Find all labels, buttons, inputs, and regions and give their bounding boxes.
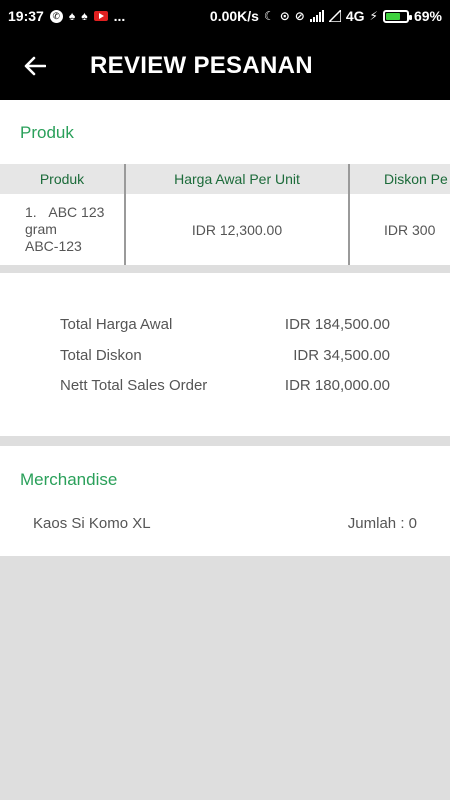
app-screen: 19:37 ✆ ♠ ♠ ... 0.00K/s ☾ ⊙ ⊘ 4G ⚡ 69% R…	[0, 0, 450, 800]
product-table: Produk Harga Awal Per Unit Diskon Pe 1. …	[0, 164, 450, 265]
product-code: ABC-123	[25, 238, 82, 254]
merchandise-qty: Jumlah : 0	[347, 515, 417, 532]
charging-icon: ⚡	[369, 9, 378, 23]
vibrate-off-icon: ⊘	[294, 9, 305, 23]
page-title: REVIEW PESANAN	[90, 52, 313, 79]
section-title-merchandise: Merchandise	[20, 470, 118, 489]
table-header-row: Produk Harga Awal Per Unit Diskon Pe	[0, 164, 450, 194]
column-header-diskon: Diskon Pe	[349, 164, 450, 194]
product-table-scroll[interactable]: Produk Harga Awal Per Unit Diskon Pe 1. …	[0, 164, 450, 265]
product-name: ABC 123	[48, 204, 105, 220]
column-header-harga: Harga Awal Per Unit	[125, 164, 350, 194]
summary-row-total-diskon: Total Diskon IDR 34,500.00	[60, 347, 390, 364]
column-header-produk: Produk	[0, 164, 126, 194]
product-index: 1.	[25, 204, 37, 220]
summary-value: IDR 180,000.00	[284, 377, 390, 394]
summary-row-nett-total: Nett Total Sales Order IDR 180,000.00	[60, 377, 390, 394]
app-bar: REVIEW PESANAN	[0, 32, 450, 100]
summary-value: IDR 184,500.00	[284, 316, 390, 333]
status-time: 19:37	[8, 8, 44, 24]
net-speed: 0.00K/s	[209, 8, 259, 24]
list-item: Kaos Si Komo XL Jumlah : 0	[33, 515, 417, 532]
product-cell: 1. ABC 123 gram ABC-123	[0, 194, 126, 265]
back-button[interactable]	[10, 41, 60, 91]
battery-percent: 69%	[413, 8, 442, 24]
headset-icon: ⊙	[279, 9, 290, 23]
summary-label: Total Diskon	[60, 347, 142, 364]
product-price: IDR 12,300.00	[125, 194, 350, 265]
youtube-icon	[93, 11, 108, 21]
summary-row-total-harga-awal: Total Harga Awal IDR 184,500.00	[60, 316, 390, 333]
merchandise-name: Kaos Si Komo XL	[33, 515, 151, 532]
battery-icon	[382, 9, 412, 23]
summary-label: Total Harga Awal	[60, 316, 173, 333]
summary-section: Total Harga Awal IDR 184,500.00 Total Di…	[0, 273, 450, 436]
more-notifications: ...	[113, 8, 126, 24]
product-discount: IDR 300	[384, 221, 436, 238]
signal-icon	[328, 10, 341, 22]
produk-section: Produk Produk Harga Awal Per Unit Diskon…	[0, 100, 450, 265]
product-unit: gram	[25, 221, 57, 237]
moon-icon: ☾	[263, 9, 275, 23]
signal-icon	[309, 10, 324, 22]
table-row: 1. ABC 123 gram ABC-123 IDR 12,300.00 ID…	[0, 194, 450, 265]
summary-label: Nett Total Sales Order	[60, 377, 208, 394]
status-bar: 19:37 ✆ ♠ ♠ ... 0.00K/s ☾ ⊙ ⊘ 4G ⚡ 69%	[0, 0, 450, 32]
section-title-produk: Produk	[20, 123, 74, 142]
network-type: 4G	[345, 8, 365, 24]
summary-value: IDR 34,500.00	[293, 347, 390, 364]
arrow-left-icon	[24, 56, 46, 76]
whatsapp-icon: ✆	[49, 9, 63, 23]
app-icon: ♠	[68, 9, 76, 23]
app-icon: ♠	[81, 9, 88, 23]
merchandise-section: Merchandise Kaos Si Komo XL Jumlah : 0	[0, 446, 450, 556]
